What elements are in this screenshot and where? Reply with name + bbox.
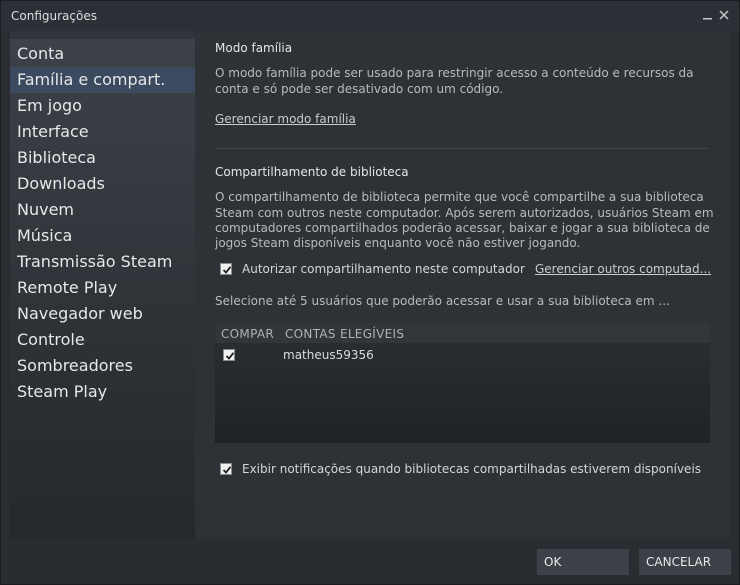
notify-label[interactable]: Exibir notificações quando bibliotecas c… bbox=[242, 461, 701, 477]
account-name: matheus59356 bbox=[283, 348, 374, 362]
library-sharing-desc-4: jogos Steam disponíveis enquanto você nã… bbox=[215, 236, 581, 250]
sidebar-item-biblioteca[interactable]: Biblioteca bbox=[10, 145, 195, 171]
sidebar-item-nuvem[interactable]: Nuvem bbox=[10, 197, 195, 223]
sidebar-item-interface[interactable]: Interface bbox=[10, 119, 195, 145]
library-sharing-desc-3: computadores compartilhados poderão aces… bbox=[215, 221, 710, 235]
sidebar-item-conta[interactable]: Conta bbox=[10, 41, 195, 67]
authorize-sharing-checkbox[interactable] bbox=[220, 263, 232, 275]
family-mode-heading: Modo família bbox=[215, 41, 293, 55]
section-divider bbox=[215, 148, 708, 149]
sidebar-item-steam-play[interactable]: Steam Play bbox=[10, 379, 195, 405]
checkmark-icon bbox=[222, 466, 232, 474]
close-icon bbox=[719, 10, 729, 20]
column-header-share[interactable]: COMPAR bbox=[221, 327, 274, 341]
manage-other-computers-link[interactable]: Gerenciar outros computad... bbox=[535, 261, 711, 277]
family-mode-desc-2: conta e só pode ser desativado com um có… bbox=[215, 82, 504, 96]
sidebar-item-familia[interactable]: Família e compart. bbox=[10, 67, 195, 93]
library-sharing-desc-2: Steam com outros neste computador. Após … bbox=[215, 206, 714, 220]
minimize-icon bbox=[702, 18, 712, 20]
sidebar-item-controle[interactable]: Controle bbox=[10, 327, 195, 353]
settings-sidebar: Conta Família e compart. Em jogo Interfa… bbox=[10, 39, 195, 539]
title-bar: Configurações bbox=[1, 1, 739, 31]
sidebar-item-remote-play[interactable]: Remote Play bbox=[10, 275, 195, 301]
settings-window: Configurações Conta Família e compart. E… bbox=[0, 0, 740, 585]
window-title: Configurações bbox=[11, 9, 97, 23]
sidebar-item-navegador[interactable]: Navegador web bbox=[10, 301, 195, 327]
cancel-button[interactable]: CANCELAR bbox=[639, 549, 731, 575]
sidebar-item-musica[interactable]: Música bbox=[10, 223, 195, 249]
minimize-button[interactable] bbox=[698, 5, 716, 25]
select-users-hint: Selecione até 5 usuários que poderão ace… bbox=[215, 294, 670, 308]
ok-button[interactable]: OK bbox=[537, 549, 629, 575]
column-header-accounts[interactable]: CONTAS ELEGÍVEIS bbox=[285, 327, 404, 341]
sidebar-item-transmissao[interactable]: Transmissão Steam bbox=[10, 249, 195, 275]
notify-checkbox[interactable] bbox=[220, 463, 232, 475]
sidebar-item-em-jogo[interactable]: Em jogo bbox=[10, 93, 195, 119]
close-button[interactable] bbox=[715, 5, 733, 25]
sidebar-item-downloads[interactable]: Downloads bbox=[10, 171, 195, 197]
authorize-sharing-label[interactable]: Autorizar compartilhamento neste computa… bbox=[242, 261, 525, 277]
checkmark-icon bbox=[225, 352, 235, 360]
share-account-checkbox[interactable] bbox=[223, 349, 235, 361]
library-sharing-heading: Compartilhamento de biblioteca bbox=[215, 165, 409, 179]
checkmark-icon bbox=[222, 266, 232, 274]
manage-family-mode-link[interactable]: Gerenciar modo família bbox=[215, 111, 356, 127]
family-mode-desc-1: O modo família pode ser usado para restr… bbox=[215, 66, 694, 80]
sidebar-item-sombreadores[interactable]: Sombreadores bbox=[10, 353, 195, 379]
library-sharing-desc-1: O compartilhamento de biblioteca permite… bbox=[215, 190, 704, 204]
